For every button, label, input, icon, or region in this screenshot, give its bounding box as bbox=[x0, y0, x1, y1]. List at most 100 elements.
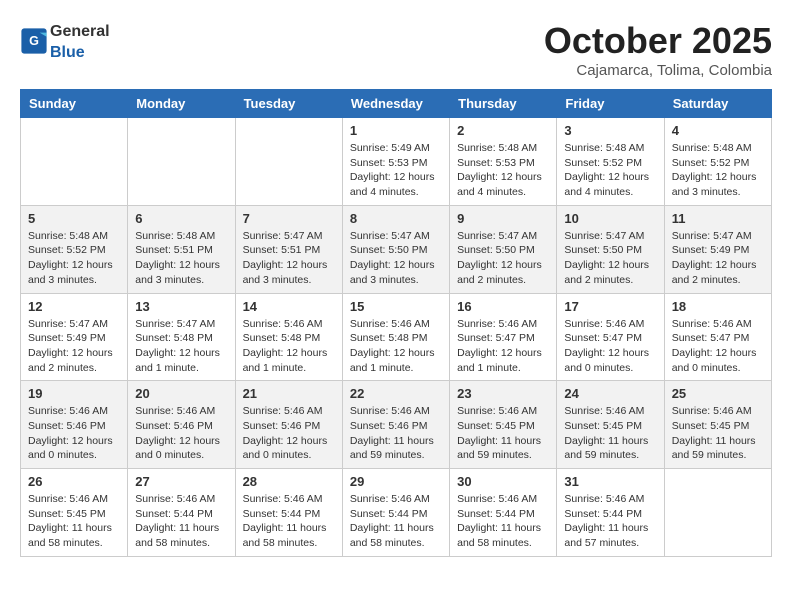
day-number: 27 bbox=[135, 474, 227, 489]
day-number: 6 bbox=[135, 211, 227, 226]
day-info: Sunrise: 5:48 AM Sunset: 5:52 PM Dayligh… bbox=[672, 141, 764, 200]
calendar-cell bbox=[128, 118, 235, 206]
day-number: 25 bbox=[672, 386, 764, 401]
calendar-cell: 9Sunrise: 5:47 AM Sunset: 5:50 PM Daylig… bbox=[450, 205, 557, 293]
day-info: Sunrise: 5:46 AM Sunset: 5:46 PM Dayligh… bbox=[135, 404, 227, 463]
calendar-cell: 23Sunrise: 5:46 AM Sunset: 5:45 PM Dayli… bbox=[450, 381, 557, 469]
location-subtitle: Cajamarca, Tolima, Colombia bbox=[544, 62, 772, 79]
day-info: Sunrise: 5:48 AM Sunset: 5:53 PM Dayligh… bbox=[457, 141, 549, 200]
day-number: 20 bbox=[135, 386, 227, 401]
day-number: 10 bbox=[564, 211, 656, 226]
logo-general-text: General bbox=[50, 23, 110, 40]
day-info: Sunrise: 5:46 AM Sunset: 5:45 PM Dayligh… bbox=[28, 492, 120, 551]
calendar-cell: 2 Sunrise: 5:48 AM Sunset: 5:53 PM Daylig… bbox=[450, 118, 557, 206]
day-number: 26 bbox=[28, 474, 120, 489]
calendar-cell bbox=[235, 118, 342, 206]
calendar-cell: 12 Sunrise: 5:47 AM Sunset: 5:49 PM Dayli… bbox=[21, 293, 128, 381]
day-number: 17 bbox=[564, 299, 656, 314]
day-info: Sunrise: 5:46 AM Sunset: 5:47 PM Dayligh… bbox=[564, 317, 656, 376]
day-header-monday: Monday bbox=[128, 90, 235, 118]
day-number: 11 bbox=[672, 211, 764, 226]
calendar-cell: 22 Sunrise: 5:46 AM Sunset: 5:46 PM Dayli… bbox=[342, 381, 449, 469]
day-number: 21 bbox=[243, 386, 335, 401]
day-info: Sunrise: 5:46 AM Sunset: 5:44 PM Dayligh… bbox=[350, 492, 442, 551]
day-number: 24 bbox=[564, 386, 656, 401]
day-header-saturday: Saturday bbox=[664, 90, 771, 118]
day-number: 5 bbox=[28, 211, 120, 226]
day-number: 29 bbox=[350, 474, 442, 489]
svg-text:G: G bbox=[29, 34, 39, 48]
calendar-cell: 30 Sunrise: 5:46 AM Sunset: 5:44 PM Dayli… bbox=[450, 469, 557, 557]
day-number: 19 bbox=[28, 386, 120, 401]
calendar-cell: 21 Sunrise: 5:46 AM Sunset: 5:46 PM Dayli… bbox=[235, 381, 342, 469]
calendar-cell: 15 Sunrise: 5:46 AM Sunset: 5:48 PM Dayli… bbox=[342, 293, 449, 381]
calendar-cell: 6 Sunrise: 5:48 AM Sunset: 5:51 PM Daylig… bbox=[128, 205, 235, 293]
day-info: Sunrise: 5:46 AM Sunset: 5:47 PM Dayligh… bbox=[672, 317, 764, 376]
day-info: Sunrise: 5:47 AM Sunset: 5:49 PM Dayligh… bbox=[28, 317, 120, 376]
day-info: Sunrise: 5:48 AM Sunset: 5:51 PM Dayligh… bbox=[135, 229, 227, 288]
day-header-sunday: Sunday bbox=[21, 90, 128, 118]
calendar-week-row: 12 Sunrise: 5:47 AM Sunset: 5:49 PM Dayli… bbox=[21, 293, 772, 381]
day-info: Sunrise: 5:47 AM Sunset: 5:50 PM Dayligh… bbox=[457, 229, 549, 288]
calendar-cell bbox=[664, 469, 771, 557]
day-number: 12 bbox=[28, 299, 120, 314]
day-number: 28 bbox=[243, 474, 335, 489]
day-number: 3 bbox=[564, 123, 656, 138]
day-number: 8 bbox=[350, 211, 442, 226]
day-info: Sunrise: 5:48 AM Sunset: 5:52 PM Dayligh… bbox=[28, 229, 120, 288]
title-section: October 2025 Cajamarca, Tolima, Colombia bbox=[544, 20, 772, 79]
day-info: Sunrise: 5:46 AM Sunset: 5:45 PM Dayligh… bbox=[564, 404, 656, 463]
day-number: 31 bbox=[564, 474, 656, 489]
logo-icon: G bbox=[20, 27, 48, 55]
calendar-cell: 13 Sunrise: 5:47 AM Sunset: 5:48 PM Dayli… bbox=[128, 293, 235, 381]
day-info: Sunrise: 5:46 AM Sunset: 5:46 PM Dayligh… bbox=[28, 404, 120, 463]
calendar-week-row: 19 Sunrise: 5:46 AM Sunset: 5:46 PM Dayli… bbox=[21, 381, 772, 469]
day-info: Sunrise: 5:46 AM Sunset: 5:44 PM Dayligh… bbox=[243, 492, 335, 551]
calendar-cell: 27 Sunrise: 5:46 AM Sunset: 5:44 PM Dayli… bbox=[128, 469, 235, 557]
day-number: 22 bbox=[350, 386, 442, 401]
day-header-wednesday: Wednesday bbox=[342, 90, 449, 118]
calendar-cell bbox=[21, 118, 128, 206]
logo: G General Blue bbox=[20, 20, 110, 62]
day-number: 4 bbox=[672, 123, 764, 138]
calendar-cell: 31 Sunrise: 5:46 AM Sunset: 5:44 PM Dayli… bbox=[557, 469, 664, 557]
day-info: Sunrise: 5:47 AM Sunset: 5:50 PM Dayligh… bbox=[350, 229, 442, 288]
day-info: Sunrise: 5:47 AM Sunset: 5:48 PM Dayligh… bbox=[135, 317, 227, 376]
calendar-week-row: 26 Sunrise: 5:46 AM Sunset: 5:45 PM Dayli… bbox=[21, 469, 772, 557]
calendar-cell: 7Sunrise: 5:47 AM Sunset: 5:51 PM Daylig… bbox=[235, 205, 342, 293]
day-info: Sunrise: 5:46 AM Sunset: 5:44 PM Dayligh… bbox=[135, 492, 227, 551]
day-info: Sunrise: 5:49 AM Sunset: 5:53 PM Dayligh… bbox=[350, 141, 442, 200]
day-info: Sunrise: 5:46 AM Sunset: 5:44 PM Dayligh… bbox=[564, 492, 656, 551]
day-info: Sunrise: 5:46 AM Sunset: 5:44 PM Dayligh… bbox=[457, 492, 549, 551]
day-info: Sunrise: 5:46 AM Sunset: 5:46 PM Dayligh… bbox=[350, 404, 442, 463]
calendar-cell: 16Sunrise: 5:46 AM Sunset: 5:47 PM Dayli… bbox=[450, 293, 557, 381]
day-info: Sunrise: 5:46 AM Sunset: 5:48 PM Dayligh… bbox=[243, 317, 335, 376]
calendar-cell: 29 Sunrise: 5:46 AM Sunset: 5:44 PM Dayli… bbox=[342, 469, 449, 557]
day-info: Sunrise: 5:46 AM Sunset: 5:47 PM Dayligh… bbox=[457, 317, 549, 376]
day-info: Sunrise: 5:46 AM Sunset: 5:46 PM Dayligh… bbox=[243, 404, 335, 463]
day-info: Sunrise: 5:46 AM Sunset: 5:45 PM Dayligh… bbox=[672, 404, 764, 463]
day-number: 15 bbox=[350, 299, 442, 314]
calendar-week-row: 5 Sunrise: 5:48 AM Sunset: 5:52 PM Daylig… bbox=[21, 205, 772, 293]
day-header-tuesday: Tuesday bbox=[235, 90, 342, 118]
calendar-header-row: SundayMondayTuesdayWednesdayThursdayFrid… bbox=[21, 90, 772, 118]
day-header-friday: Friday bbox=[557, 90, 664, 118]
calendar-week-row: 1Sunrise: 5:49 AM Sunset: 5:53 PM Daylig… bbox=[21, 118, 772, 206]
page-header: G General Blue October 2025 Cajamarca, T… bbox=[20, 20, 772, 79]
calendar-cell: 26 Sunrise: 5:46 AM Sunset: 5:45 PM Dayli… bbox=[21, 469, 128, 557]
calendar-cell: 20 Sunrise: 5:46 AM Sunset: 5:46 PM Dayli… bbox=[128, 381, 235, 469]
day-number: 18 bbox=[672, 299, 764, 314]
calendar-cell: 3Sunrise: 5:48 AM Sunset: 5:52 PM Daylig… bbox=[557, 118, 664, 206]
day-info: Sunrise: 5:46 AM Sunset: 5:45 PM Dayligh… bbox=[457, 404, 549, 463]
month-title: October 2025 bbox=[544, 20, 772, 62]
calendar-cell: 18 Sunrise: 5:46 AM Sunset: 5:47 PM Dayli… bbox=[664, 293, 771, 381]
calendar-cell: 24 Sunrise: 5:46 AM Sunset: 5:45 PM Dayli… bbox=[557, 381, 664, 469]
calendar-cell: 4 Sunrise: 5:48 AM Sunset: 5:52 PM Daylig… bbox=[664, 118, 771, 206]
day-number: 2 bbox=[457, 123, 549, 138]
calendar-cell: 14Sunrise: 5:46 AM Sunset: 5:48 PM Dayli… bbox=[235, 293, 342, 381]
calendar-cell: 8 Sunrise: 5:47 AM Sunset: 5:50 PM Daylig… bbox=[342, 205, 449, 293]
day-number: 30 bbox=[457, 474, 549, 489]
day-number: 7 bbox=[243, 211, 335, 226]
day-info: Sunrise: 5:46 AM Sunset: 5:48 PM Dayligh… bbox=[350, 317, 442, 376]
day-number: 13 bbox=[135, 299, 227, 314]
